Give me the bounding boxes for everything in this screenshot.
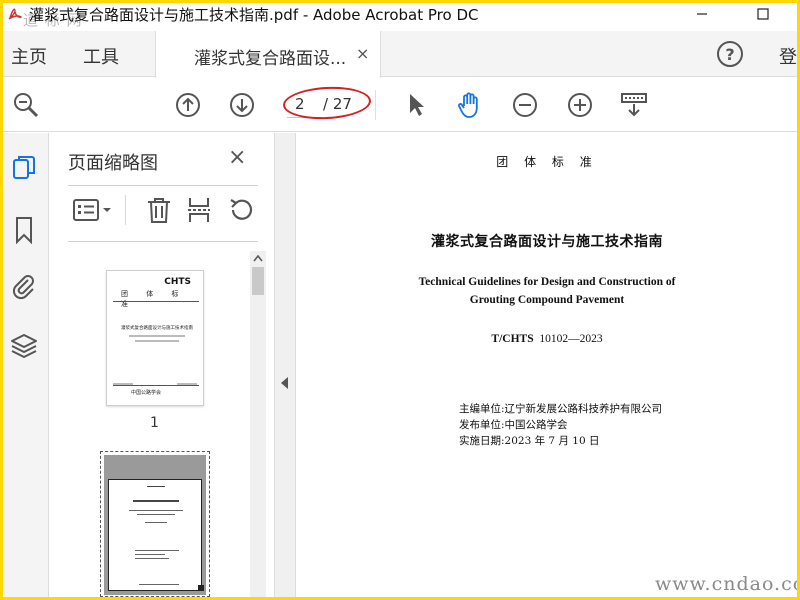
thumb-title: 灌浆式复合路面设计与施工技术指南 — [121, 326, 193, 331]
collapse-arrow-icon — [281, 377, 288, 389]
thumb-std-label: 团 体 标 准 — [121, 290, 187, 308]
scroll-up-arrow-icon[interactable] — [252, 253, 264, 263]
red-annotation-ellipse — [282, 84, 372, 122]
window-title: 灌浆式复合路面设计与施工技术指南.pdf - Adobe Acrobat Pro… — [29, 6, 479, 24]
thumb-text-line — [133, 500, 179, 502]
next-page-button[interactable] — [227, 90, 257, 120]
layers-button[interactable] — [9, 331, 39, 361]
panel-collapse-handle[interactable] — [274, 133, 296, 597]
acrobat-window: 道 标 网 灌浆式复合路面设计与施工技术指南.pdf - Adobe Acrob… — [3, 3, 797, 597]
standard-code: T/CHTS 10102—2023 — [297, 333, 797, 345]
delete-page-button[interactable] — [144, 195, 174, 225]
zoom-in-button[interactable] — [565, 90, 595, 120]
zoom-search-icon — [14, 93, 39, 118]
zoom-out-button[interactable] — [510, 90, 540, 120]
thumb-text-line — [135, 340, 179, 342]
minimize-icon — [697, 13, 707, 15]
bookmarks-button[interactable] — [9, 215, 39, 245]
tab-bar: 主页 工具 灌浆式复合路面设... × ? 登 — [3, 31, 797, 78]
standard-code-prefix: T/CHTS — [491, 333, 534, 345]
page-thumbnails-button[interactable] — [9, 153, 39, 183]
find-button[interactable] — [11, 90, 41, 120]
select-tool-button[interactable] — [401, 90, 431, 120]
bookmark-icon — [16, 217, 32, 244]
sign-in-button[interactable]: 登 — [779, 43, 797, 69]
thumb-text-line — [139, 584, 179, 585]
maximize-icon — [757, 8, 769, 20]
thumbnails-panel: 页面缩略图 × CHTS 团 体 标 准 灌浆式复合路面设计与施工技术指南 中国… — [50, 133, 274, 597]
document-title-en-line2: Grouting Compound Pavement — [469, 294, 625, 306]
close-panel-icon[interactable]: × — [228, 145, 246, 170]
minus-circle-icon — [513, 93, 537, 117]
keyboard-download-icon — [621, 93, 647, 117]
layers-icon — [11, 334, 37, 358]
arrow-down-circle-icon — [230, 93, 254, 117]
arrow-up-circle-icon — [176, 93, 200, 117]
effective-date: 实施日期:2023 年 7 月 10 日 — [459, 435, 600, 447]
rotate-page-button[interactable] — [226, 195, 256, 225]
plus-circle-icon — [568, 93, 592, 117]
publisher-unit: 发布单位:中国公路学会 — [459, 419, 568, 431]
paperclip-icon — [12, 275, 34, 300]
trash-icon — [148, 198, 170, 223]
thumb-text-line — [147, 486, 165, 487]
pages-icon — [13, 156, 35, 179]
toolbar-separator — [375, 90, 376, 120]
page-thumbnail-2[interactable] — [100, 451, 210, 597]
page-thumbnail-1[interactable]: CHTS 团 体 标 准 灌浆式复合路面设计与施工技术指南 中国公路学会 — [106, 270, 204, 406]
navigation-rail — [3, 133, 49, 597]
thumbnail-selected-background — [104, 455, 206, 595]
standard-label: 团 体 标 准 — [496, 155, 598, 169]
thumb-text-line — [137, 514, 175, 515]
tab-home[interactable]: 主页 — [11, 43, 47, 69]
thumb-rule — [113, 301, 199, 302]
tab-tools[interactable]: 工具 — [83, 43, 119, 69]
thumbnail-page-preview — [108, 479, 202, 591]
title-bar: 道 标 网 灌浆式复合路面设计与施工技术指南.pdf - Adobe Acrob… — [3, 3, 797, 29]
hand-tool-button[interactable] — [455, 90, 485, 120]
thumb-text-line — [129, 335, 185, 337]
thumbnail-page-number: 1 — [150, 415, 159, 431]
thumb-text-line — [129, 510, 183, 511]
options-menu-icon — [73, 199, 111, 221]
thumb-rule — [113, 385, 199, 386]
attachments-button[interactable] — [9, 271, 39, 301]
maximize-button[interactable] — [748, 3, 778, 25]
close-tab-icon[interactable]: × — [356, 44, 369, 63]
panel-divider — [68, 185, 258, 186]
thumbnail-scrollbar[interactable] — [250, 251, 266, 597]
tab-document[interactable]: 灌浆式复合路面设... × — [155, 31, 381, 78]
document-page: 团 体 标 准 灌浆式复合路面设计与施工技术指南 Technical Guide… — [297, 133, 797, 597]
help-button[interactable]: ? — [717, 41, 743, 67]
acrobat-app-icon — [8, 8, 23, 20]
standard-code-number: 10102—2023 — [539, 333, 603, 345]
minimize-button[interactable] — [687, 3, 717, 25]
document-tab-label: 灌浆式复合路面设... — [194, 49, 347, 69]
panel-title: 页面缩略图 — [68, 153, 158, 174]
editor-unit: 主编单位:辽宁新发展公路科技养护有限公司 — [459, 403, 663, 415]
document-title-cn: 灌浆式复合路面设计与施工技术指南 — [431, 234, 663, 250]
scrollbar-thumb[interactable] — [252, 267, 264, 295]
insert-page-button[interactable] — [184, 195, 214, 225]
panel-tool-separator — [125, 195, 126, 225]
keyboard-tool-button[interactable] — [619, 90, 649, 120]
cursor-arrow-icon — [410, 94, 424, 116]
thumb-text-line — [135, 558, 169, 559]
thumb-text-line — [135, 554, 165, 555]
thumb-publisher: 中国公路学会 — [131, 390, 162, 396]
thumbnail-resize-handle[interactable] — [198, 585, 204, 591]
previous-page-button[interactable] — [173, 90, 203, 120]
site-watermark: www.cndao.com — [655, 573, 797, 595]
panel-divider — [68, 241, 258, 242]
document-title-en-line1: Technical Guidelines for Design and Cons… — [418, 276, 676, 288]
rotate-icon — [230, 199, 253, 220]
thumb-text-line — [135, 550, 179, 551]
thumbnail-options-button[interactable] — [72, 195, 116, 225]
main-toolbar: 2 / 27 — [3, 78, 797, 132]
thumb-chts-logo: CHTS — [164, 277, 191, 287]
insert-page-icon — [188, 198, 210, 222]
thumb-text-line — [145, 522, 167, 523]
hand-icon — [458, 92, 478, 118]
